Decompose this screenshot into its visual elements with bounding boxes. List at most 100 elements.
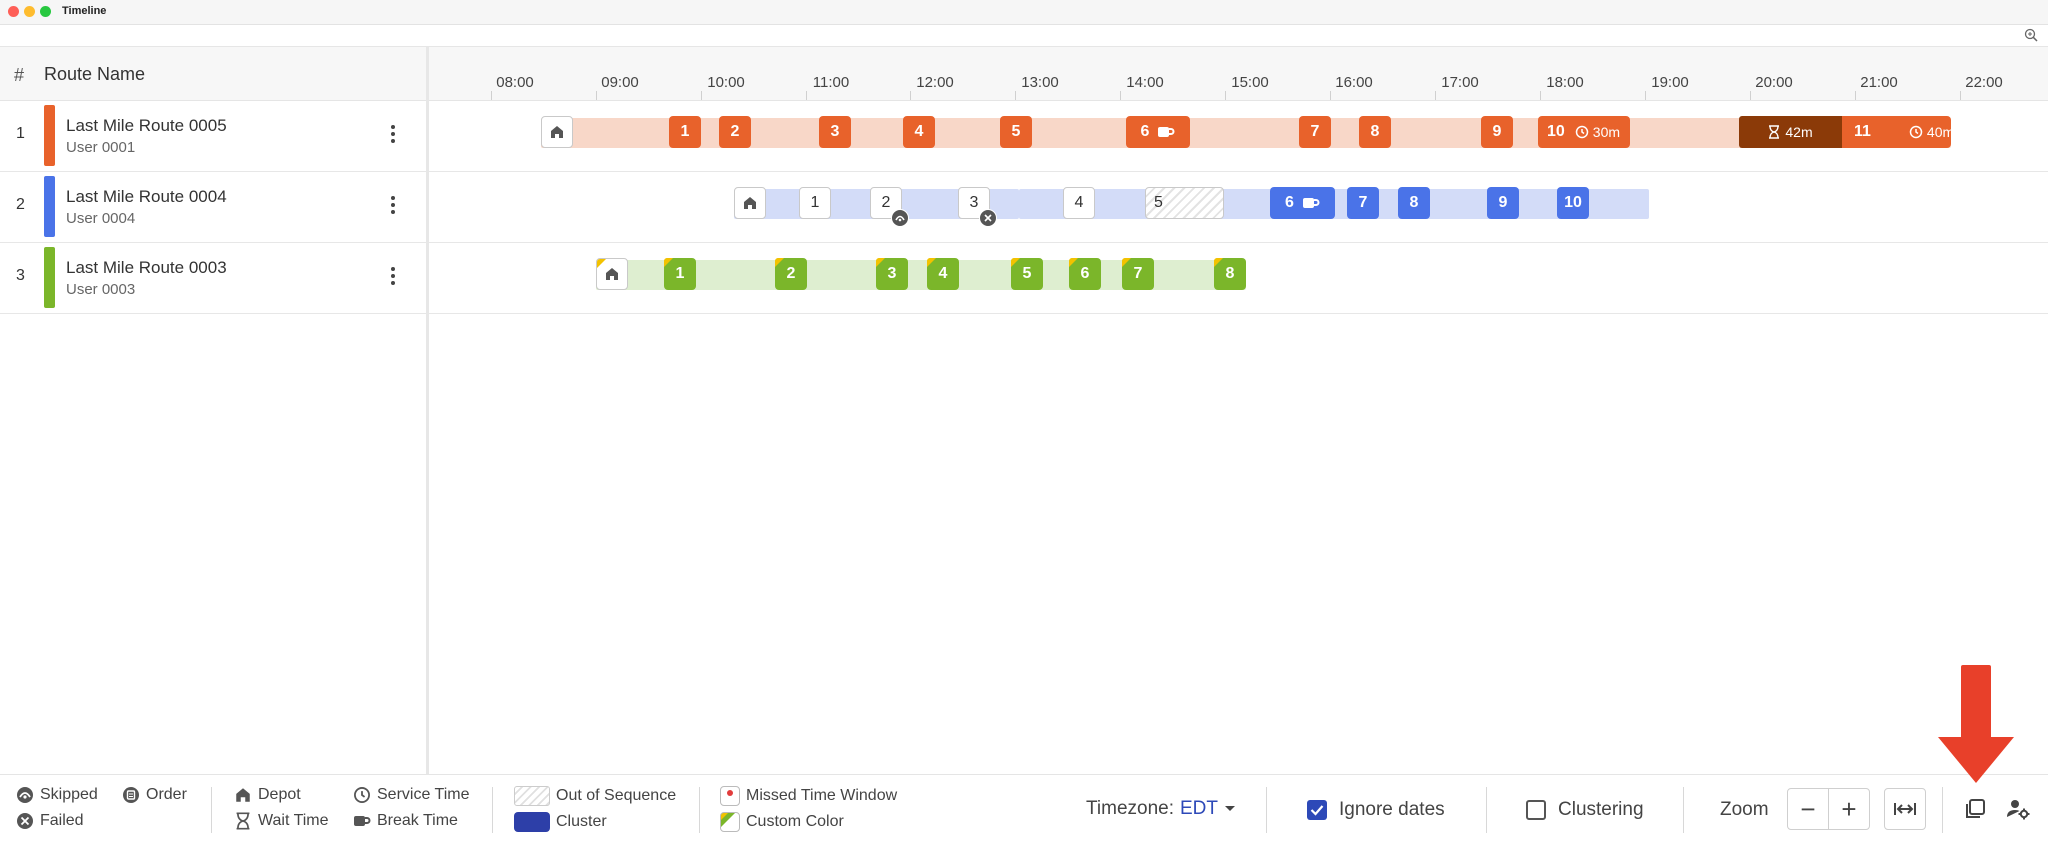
controls-separator xyxy=(1266,787,1267,833)
hour-label: 21:00 xyxy=(1860,74,1898,91)
depot-marker[interactable] xyxy=(541,116,573,148)
custom-color-flag xyxy=(664,258,673,267)
wait-time-block[interactable]: 42m xyxy=(1739,116,1842,148)
fit-width-icon xyxy=(1894,803,1916,815)
hour-label: 11:00 xyxy=(812,74,850,91)
route-name-column-header[interactable]: Route Name xyxy=(44,64,145,85)
controls-separator xyxy=(1942,787,1943,833)
custom-color-flag xyxy=(876,258,885,267)
stop-marker-with-service-time[interactable]: 11 40m xyxy=(1842,116,1954,148)
service-time-duration: 30m xyxy=(1592,124,1621,140)
ignore-dates-checkbox[interactable]: Ignore dates xyxy=(1307,799,1445,821)
timezone-selector[interactable]: Timezone: EDT xyxy=(1086,798,1236,820)
stop-marker[interactable]: 1 xyxy=(669,116,701,148)
hour-label: 12:00 xyxy=(916,74,954,91)
stop-marker[interactable]: 2 xyxy=(775,258,807,290)
hour-tick xyxy=(1225,91,1226,100)
timezone-label: Timezone: xyxy=(1086,798,1174,819)
legend-label: Service Time xyxy=(377,786,470,803)
legend-label: Depot xyxy=(258,786,301,803)
missed-time-window-swatch xyxy=(720,786,740,806)
stop-marker-with-break[interactable]: 6 xyxy=(1270,187,1335,219)
legend-separator xyxy=(492,787,493,833)
stop-marker[interactable]: 3 xyxy=(876,258,908,290)
legend-skipped: Skipped xyxy=(16,786,98,804)
stop-marker[interactable]: 8 xyxy=(1214,258,1246,290)
legend-failed: Failed xyxy=(16,812,84,830)
break-time-icon xyxy=(1302,198,1320,208)
route-row-3[interactable]: 3 Last Mile Route 0003 User 0003 xyxy=(0,243,426,314)
stop-number: 3 xyxy=(887,265,897,282)
legend-depot: Depot xyxy=(234,786,301,804)
close-window-button[interactable] xyxy=(8,6,19,17)
custom-color-flag xyxy=(1011,258,1020,267)
legend-service-time: Service Time xyxy=(353,786,469,804)
legend-label: Cluster xyxy=(556,813,607,830)
maximize-window-button[interactable] xyxy=(40,6,51,17)
stop-marker[interactable]: 5 xyxy=(1000,116,1032,148)
custom-color-flag xyxy=(1069,258,1078,267)
minimize-window-button[interactable] xyxy=(24,6,35,17)
zoom-out-button[interactable]: − xyxy=(1787,788,1829,830)
hour-label: 13:00 xyxy=(1021,74,1059,91)
stop-marker[interactable]: 10 xyxy=(1557,187,1589,219)
stop-marker[interactable]: 9 xyxy=(1481,116,1513,148)
controls-separator xyxy=(1683,787,1684,833)
stop-marker[interactable]: 4 xyxy=(927,258,959,290)
hour-tick xyxy=(1120,91,1121,100)
route-number: 1 xyxy=(16,125,25,142)
stop-marker[interactable]: 3 xyxy=(819,116,851,148)
stop-marker[interactable]: 1 xyxy=(664,258,696,290)
stop-marker[interactable]: 1 xyxy=(799,187,831,219)
more-options-icon[interactable] xyxy=(385,196,401,218)
stop-marker-with-service-time[interactable]: 10 30m xyxy=(1538,116,1630,148)
depot-marker[interactable] xyxy=(596,258,628,290)
route-row-2[interactable]: 2 Last Mile Route 0004 User 0004 xyxy=(0,172,426,243)
zoom-magnifier-icon[interactable] xyxy=(2024,28,2038,42)
zoom-in-button[interactable]: + xyxy=(1828,788,1870,830)
timezone-value: EDT xyxy=(1180,798,1218,819)
timeline-row-1: 1 2 3 4 5 6 7 8 9 10 30m 42m 11 40m xyxy=(429,101,2048,172)
service-time-icon xyxy=(354,787,370,803)
stop-marker-with-break[interactable]: 6 xyxy=(1126,116,1190,148)
depot-marker[interactable] xyxy=(734,187,766,219)
stop-marker[interactable]: 9 xyxy=(1487,187,1519,219)
timeline-panel: 08:00 09:00 10:00 11:00 12:00 13:00 14:0… xyxy=(429,47,2048,774)
custom-color-swatch xyxy=(720,812,740,832)
red-annotation-arrow xyxy=(1938,665,2014,783)
legend-label: Skipped xyxy=(40,786,98,803)
stop-marker[interactable]: 4 xyxy=(903,116,935,148)
fit-to-width-button[interactable] xyxy=(1884,788,1926,830)
stop-number: 6 xyxy=(1140,123,1150,140)
hour-tick xyxy=(596,91,597,100)
stop-marker[interactable]: 5 xyxy=(1011,258,1043,290)
legend-custom-color: Custom Color xyxy=(720,812,844,832)
open-in-new-window-button[interactable] xyxy=(1959,793,1991,825)
stop-marker[interactable]: 7 xyxy=(1122,258,1154,290)
hour-label: 15:00 xyxy=(1231,74,1269,91)
hour-tick xyxy=(1855,91,1856,100)
stop-marker[interactable]: 7 xyxy=(1299,116,1331,148)
failed-badge-icon xyxy=(979,209,997,227)
stop-marker[interactable]: 7 xyxy=(1347,187,1379,219)
stop-marker-out-of-sequence[interactable]: 5 xyxy=(1145,187,1224,219)
user-settings-button[interactable] xyxy=(2002,793,2034,825)
stop-number: 8 xyxy=(1225,265,1235,282)
more-options-icon[interactable] xyxy=(385,125,401,147)
coffee-cup-icon xyxy=(354,816,371,826)
custom-color-flag xyxy=(1122,258,1131,267)
window-title: Timeline xyxy=(62,5,107,17)
controls-separator xyxy=(1486,787,1487,833)
order-icon xyxy=(123,787,139,803)
stop-marker[interactable]: 8 xyxy=(1359,116,1391,148)
stop-number: 7 xyxy=(1133,265,1143,282)
stop-marker[interactable]: 8 xyxy=(1398,187,1430,219)
route-row-1[interactable]: 1 Last Mile Route 0005 User 0001 xyxy=(0,101,426,172)
hour-label: 10:00 xyxy=(707,74,745,91)
stop-marker[interactable]: 4 xyxy=(1063,187,1095,219)
stop-marker[interactable]: 6 xyxy=(1069,258,1101,290)
route-color-bar xyxy=(44,176,55,237)
clustering-checkbox[interactable]: Clustering xyxy=(1526,799,1644,821)
more-options-icon[interactable] xyxy=(385,267,401,289)
stop-marker[interactable]: 2 xyxy=(719,116,751,148)
